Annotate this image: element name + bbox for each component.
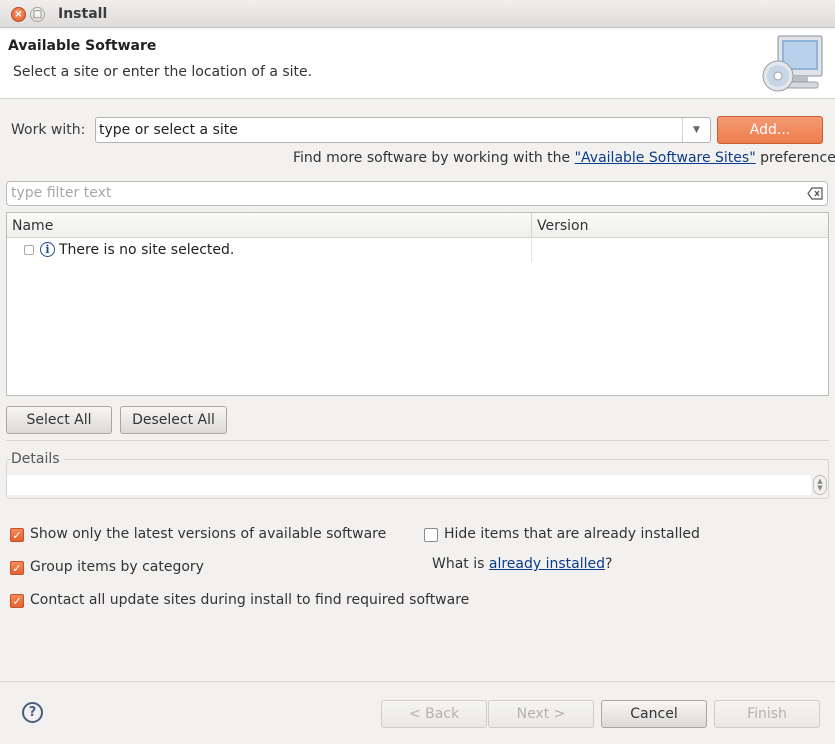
filter-box[interactable] bbox=[6, 181, 828, 206]
title-bar: × □ Install bbox=[0, 0, 835, 28]
deselect-all-button[interactable]: Deselect All bbox=[120, 406, 227, 434]
dropdown-arrow-icon[interactable]: ▼ bbox=[682, 118, 710, 142]
what-is-suffix: ? bbox=[605, 556, 613, 572]
table-row[interactable]: There is no site selected. bbox=[59, 242, 234, 258]
find-more-text: Find more software by working with the "… bbox=[293, 150, 835, 166]
what-is-installed-text: What is already installed? bbox=[432, 556, 612, 572]
group-by-category-label[interactable]: Group items by category bbox=[30, 559, 204, 575]
maximize-icon[interactable]: □ bbox=[30, 7, 45, 22]
monitor-cd-icon bbox=[762, 35, 823, 92]
select-all-button[interactable]: Select All bbox=[6, 406, 112, 434]
back-button[interactable]: < Back bbox=[381, 700, 487, 728]
software-table[interactable]: Name Version i There is no site selected… bbox=[6, 212, 829, 396]
page-description: Select a site or enter the location of a… bbox=[13, 64, 313, 80]
table-header: Name Version bbox=[7, 213, 828, 238]
filter-input[interactable] bbox=[11, 185, 791, 201]
show-latest-checkbox[interactable]: ✓ bbox=[10, 528, 24, 542]
column-header-name[interactable]: Name bbox=[12, 218, 53, 234]
window-title: Install bbox=[58, 6, 108, 22]
header-banner: Available Software Select a site or ente… bbox=[0, 29, 835, 99]
site-combo[interactable]: type or select a site ▼ bbox=[95, 117, 711, 143]
hide-installed-checkbox[interactable] bbox=[424, 528, 438, 542]
group-by-category-checkbox[interactable]: ✓ bbox=[10, 561, 24, 575]
column-header-version[interactable]: Version bbox=[537, 218, 588, 234]
details-scroll-icon[interactable]: ▲ ▼ bbox=[813, 475, 827, 495]
find-more-suffix: preferences. bbox=[760, 150, 835, 166]
help-icon[interactable]: ? bbox=[22, 702, 43, 723]
finish-button[interactable]: Finish bbox=[714, 700, 820, 728]
add-site-button[interactable]: Add... bbox=[717, 116, 823, 144]
column-divider bbox=[531, 239, 532, 262]
column-separator[interactable] bbox=[531, 213, 532, 238]
details-label: Details bbox=[11, 451, 64, 467]
show-latest-label[interactable]: Show only the latest versions of availab… bbox=[30, 526, 386, 542]
contact-sites-checkbox[interactable]: ✓ bbox=[10, 594, 24, 608]
contact-sites-label[interactable]: Contact all update sites during install … bbox=[30, 592, 469, 608]
details-text-area[interactable] bbox=[7, 475, 811, 495]
work-with-label: Work with: bbox=[11, 122, 86, 138]
site-combo-value[interactable]: type or select a site bbox=[99, 122, 238, 138]
available-software-sites-link[interactable]: "Available Software Sites" bbox=[575, 150, 756, 166]
info-icon: i bbox=[40, 242, 55, 257]
cancel-button[interactable]: Cancel bbox=[601, 700, 707, 728]
hide-installed-label[interactable]: Hide items that are already installed bbox=[444, 526, 700, 542]
what-is-prefix: What is bbox=[432, 556, 489, 572]
find-more-prefix: Find more software by working with the bbox=[293, 150, 575, 166]
page-title: Available Software bbox=[8, 38, 157, 54]
divider bbox=[6, 440, 829, 441]
next-button[interactable]: Next > bbox=[488, 700, 594, 728]
close-icon[interactable]: × bbox=[11, 7, 26, 22]
clear-filter-icon[interactable] bbox=[807, 187, 823, 200]
already-installed-link[interactable]: already installed bbox=[489, 556, 605, 572]
footer-divider bbox=[0, 681, 835, 682]
row-checkbox[interactable] bbox=[24, 245, 34, 255]
